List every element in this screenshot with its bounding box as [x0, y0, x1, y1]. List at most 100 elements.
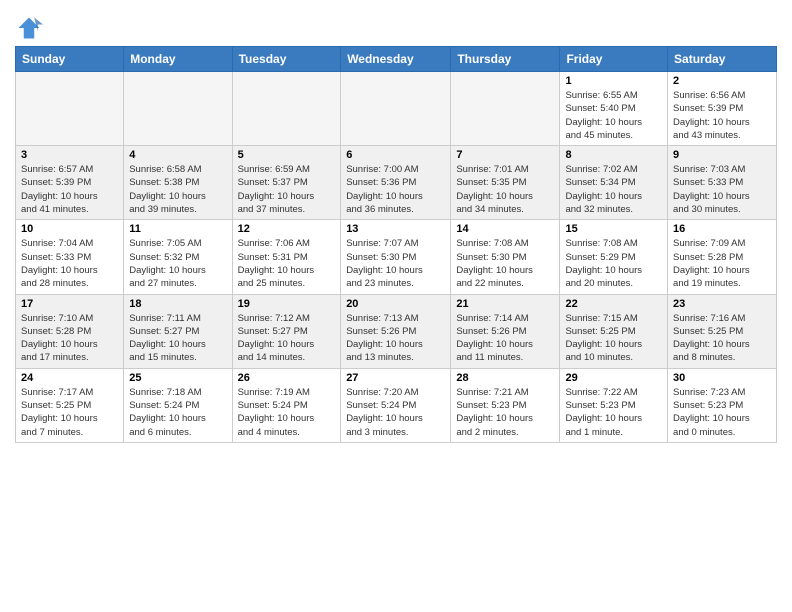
day-number: 22: [565, 298, 662, 310]
calendar-cell: [341, 72, 451, 146]
calendar-week-row: 3Sunrise: 6:57 AM Sunset: 5:39 PM Daylig…: [16, 146, 777, 220]
day-info: Sunrise: 7:17 AM Sunset: 5:25 PM Dayligh…: [21, 386, 118, 439]
calendar-cell: 21 Sunrise: 7:14 AM Sunset: 5:26 PM Dayli…: [451, 294, 560, 368]
weekday-header: Saturday: [668, 47, 777, 72]
day-info: Sunrise: 7:08 AM Sunset: 5:30 PM Dayligh…: [456, 237, 554, 290]
weekday-header: Sunday: [16, 47, 124, 72]
calendar-cell: 29 Sunrise: 7:22 AM Sunset: 5:23 PM Dayli…: [560, 368, 668, 442]
day-info: Sunrise: 6:57 AM Sunset: 5:39 PM Dayligh…: [21, 163, 118, 216]
day-info: Sunrise: 6:59 AM Sunset: 5:37 PM Dayligh…: [238, 163, 336, 216]
day-number: 30: [673, 372, 771, 384]
calendar-cell: 26 Sunrise: 7:19 AM Sunset: 5:24 PM Dayli…: [232, 368, 341, 442]
day-info: Sunrise: 7:19 AM Sunset: 5:24 PM Dayligh…: [238, 386, 336, 439]
day-number: 16: [673, 223, 771, 235]
day-info: Sunrise: 7:15 AM Sunset: 5:25 PM Dayligh…: [565, 312, 662, 365]
calendar-week-row: 24 Sunrise: 7:17 AM Sunset: 5:25 PM Dayli…: [16, 368, 777, 442]
header: [15, 10, 777, 42]
day-info: Sunrise: 7:18 AM Sunset: 5:24 PM Dayligh…: [129, 386, 226, 439]
day-info: Sunrise: 7:10 AM Sunset: 5:28 PM Dayligh…: [21, 312, 118, 365]
day-number: 11: [129, 223, 226, 235]
calendar-cell: 12Sunrise: 7:06 AM Sunset: 5:31 PM Dayli…: [232, 220, 341, 294]
day-number: 5: [238, 149, 336, 161]
day-number: 10: [21, 223, 118, 235]
calendar-cell: 7 Sunrise: 7:01 AM Sunset: 5:35 PM Daylig…: [451, 146, 560, 220]
calendar-cell: 27Sunrise: 7:20 AM Sunset: 5:24 PM Dayli…: [341, 368, 451, 442]
calendar-cell: 4 Sunrise: 6:58 AM Sunset: 5:38 PM Daylig…: [124, 146, 232, 220]
calendar-cell: 16 Sunrise: 7:09 AM Sunset: 5:28 PM Dayli…: [668, 220, 777, 294]
logo: [15, 14, 47, 42]
day-info: Sunrise: 7:03 AM Sunset: 5:33 PM Dayligh…: [673, 163, 771, 216]
weekday-header: Friday: [560, 47, 668, 72]
day-info: Sunrise: 7:21 AM Sunset: 5:23 PM Dayligh…: [456, 386, 554, 439]
day-info: Sunrise: 7:05 AM Sunset: 5:32 PM Dayligh…: [129, 237, 226, 290]
calendar-cell: 15Sunrise: 7:08 AM Sunset: 5:29 PM Dayli…: [560, 220, 668, 294]
calendar-cell: 11 Sunrise: 7:05 AM Sunset: 5:32 PM Dayli…: [124, 220, 232, 294]
day-info: Sunrise: 7:02 AM Sunset: 5:34 PM Dayligh…: [565, 163, 662, 216]
day-number: 13: [346, 223, 445, 235]
calendar-cell: 20 Sunrise: 7:13 AM Sunset: 5:26 PM Dayli…: [341, 294, 451, 368]
calendar-cell: 18Sunrise: 7:11 AM Sunset: 5:27 PM Dayli…: [124, 294, 232, 368]
calendar-cell: 28 Sunrise: 7:21 AM Sunset: 5:23 PM Dayli…: [451, 368, 560, 442]
weekday-header: Thursday: [451, 47, 560, 72]
calendar-cell: 19Sunrise: 7:12 AM Sunset: 5:27 PM Dayli…: [232, 294, 341, 368]
day-number: 27: [346, 372, 445, 384]
day-info: Sunrise: 7:07 AM Sunset: 5:30 PM Dayligh…: [346, 237, 445, 290]
day-info: Sunrise: 6:55 AM Sunset: 5:40 PM Dayligh…: [565, 89, 662, 142]
day-info: Sunrise: 7:14 AM Sunset: 5:26 PM Dayligh…: [456, 312, 554, 365]
day-number: 8: [565, 149, 662, 161]
calendar-cell: 1 Sunrise: 6:55 AM Sunset: 5:40 PM Daylig…: [560, 72, 668, 146]
day-info: Sunrise: 7:06 AM Sunset: 5:31 PM Dayligh…: [238, 237, 336, 290]
calendar-cell: [232, 72, 341, 146]
day-number: 26: [238, 372, 336, 384]
day-info: Sunrise: 7:04 AM Sunset: 5:33 PM Dayligh…: [21, 237, 118, 290]
day-info: Sunrise: 7:00 AM Sunset: 5:36 PM Dayligh…: [346, 163, 445, 216]
calendar-cell: 5 Sunrise: 6:59 AM Sunset: 5:37 PM Daylig…: [232, 146, 341, 220]
calendar-cell: 10 Sunrise: 7:04 AM Sunset: 5:33 PM Dayli…: [16, 220, 124, 294]
day-info: Sunrise: 6:58 AM Sunset: 5:38 PM Dayligh…: [129, 163, 226, 216]
calendar-cell: [16, 72, 124, 146]
day-info: Sunrise: 6:56 AM Sunset: 5:39 PM Dayligh…: [673, 89, 771, 142]
calendar-cell: 9Sunrise: 7:03 AM Sunset: 5:33 PM Daylig…: [668, 146, 777, 220]
day-number: 2: [673, 75, 771, 87]
day-number: 6: [346, 149, 445, 161]
day-info: Sunrise: 7:01 AM Sunset: 5:35 PM Dayligh…: [456, 163, 554, 216]
calendar-cell: [124, 72, 232, 146]
day-number: 14: [456, 223, 554, 235]
calendar-cell: 3Sunrise: 6:57 AM Sunset: 5:39 PM Daylig…: [16, 146, 124, 220]
day-number: 4: [129, 149, 226, 161]
day-number: 25: [129, 372, 226, 384]
calendar-week-row: 17 Sunrise: 7:10 AM Sunset: 5:28 PM Dayli…: [16, 294, 777, 368]
calendar-cell: 17 Sunrise: 7:10 AM Sunset: 5:28 PM Dayli…: [16, 294, 124, 368]
day-number: 29: [565, 372, 662, 384]
calendar-cell: 24 Sunrise: 7:17 AM Sunset: 5:25 PM Dayli…: [16, 368, 124, 442]
calendar-cell: 14 Sunrise: 7:08 AM Sunset: 5:30 PM Dayli…: [451, 220, 560, 294]
calendar-week-row: 1 Sunrise: 6:55 AM Sunset: 5:40 PM Daylig…: [16, 72, 777, 146]
day-number: 1: [565, 75, 662, 87]
day-number: 21: [456, 298, 554, 310]
day-number: 23: [673, 298, 771, 310]
day-number: 7: [456, 149, 554, 161]
day-info: Sunrise: 7:13 AM Sunset: 5:26 PM Dayligh…: [346, 312, 445, 365]
calendar-cell: 8 Sunrise: 7:02 AM Sunset: 5:34 PM Daylig…: [560, 146, 668, 220]
calendar-cell: 6 Sunrise: 7:00 AM Sunset: 5:36 PM Daylig…: [341, 146, 451, 220]
day-number: 17: [21, 298, 118, 310]
day-info: Sunrise: 7:11 AM Sunset: 5:27 PM Dayligh…: [129, 312, 226, 365]
day-info: Sunrise: 7:23 AM Sunset: 5:23 PM Dayligh…: [673, 386, 771, 439]
day-number: 20: [346, 298, 445, 310]
calendar-week-row: 10 Sunrise: 7:04 AM Sunset: 5:33 PM Dayli…: [16, 220, 777, 294]
weekday-header: Wednesday: [341, 47, 451, 72]
calendar-table: SundayMondayTuesdayWednesdayThursdayFrid…: [15, 46, 777, 443]
calendar-cell: 2 Sunrise: 6:56 AM Sunset: 5:39 PM Daylig…: [668, 72, 777, 146]
calendar-header-row: SundayMondayTuesdayWednesdayThursdayFrid…: [16, 47, 777, 72]
day-info: Sunrise: 7:08 AM Sunset: 5:29 PM Dayligh…: [565, 237, 662, 290]
calendar-cell: 30 Sunrise: 7:23 AM Sunset: 5:23 PM Dayli…: [668, 368, 777, 442]
day-info: Sunrise: 7:22 AM Sunset: 5:23 PM Dayligh…: [565, 386, 662, 439]
day-info: Sunrise: 7:09 AM Sunset: 5:28 PM Dayligh…: [673, 237, 771, 290]
day-number: 28: [456, 372, 554, 384]
calendar-cell: [451, 72, 560, 146]
main-container: SundayMondayTuesdayWednesdayThursdayFrid…: [0, 0, 792, 453]
calendar-cell: 22 Sunrise: 7:15 AM Sunset: 5:25 PM Dayli…: [560, 294, 668, 368]
calendar-cell: 13 Sunrise: 7:07 AM Sunset: 5:30 PM Dayli…: [341, 220, 451, 294]
day-number: 24: [21, 372, 118, 384]
weekday-header: Monday: [124, 47, 232, 72]
